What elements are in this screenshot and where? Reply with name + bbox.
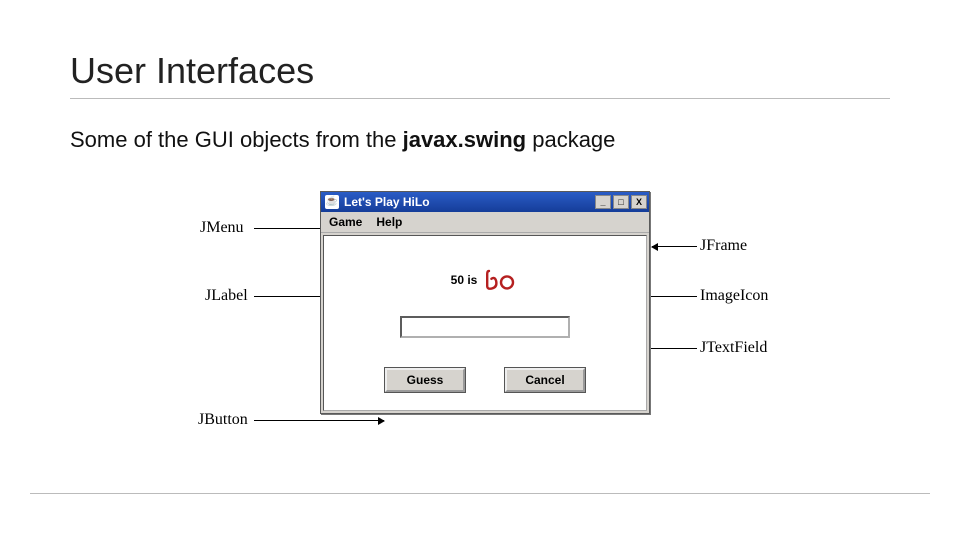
annot-jlabel: JLabel <box>205 287 248 305</box>
arrow-jbutton <box>254 420 384 421</box>
slide-subtitle: Some of the GUI objects from the javax.s… <box>70 127 890 153</box>
subtitle-package: javax.swing <box>403 127 527 152</box>
annot-jtextfield: JTextField <box>700 339 767 357</box>
window-client-area: 50 is Guess Cancel <box>323 235 647 411</box>
button-row: Guess Cancel <box>334 368 636 392</box>
subtitle-prefix: Some of the GUI objects from the <box>70 127 403 152</box>
window-control-buttons: _ □ X <box>595 195 647 209</box>
menu-help[interactable]: Help <box>376 215 402 229</box>
subtitle-suffix: package <box>526 127 615 152</box>
annot-imageicon: ImageIcon <box>700 287 768 305</box>
cancel-button[interactable]: Cancel <box>505 368 585 392</box>
swing-window: ☕ Let's Play HiLo _ □ X Game Help 50 is <box>320 191 650 414</box>
guess-button[interactable]: Guess <box>385 368 465 392</box>
menubar: Game Help <box>321 212 649 233</box>
swing-diagram: JMenu JLabel JButton JFrame ImageIcon JT… <box>120 181 840 491</box>
window-titlebar: ☕ Let's Play HiLo _ □ X <box>321 192 649 212</box>
guess-textfield[interactable] <box>400 316 570 338</box>
footer-rule <box>30 493 930 494</box>
annot-jbutton: JButton <box>198 411 248 429</box>
window-title-text: Let's Play HiLo <box>344 195 430 209</box>
minimize-button[interactable]: _ <box>595 195 611 209</box>
arrow-jmenu <box>254 228 326 229</box>
arrow-jframe <box>652 246 697 247</box>
message-row: 50 is <box>334 266 636 294</box>
annot-jframe: JFrame <box>700 237 747 255</box>
lo-image-icon <box>483 266 519 294</box>
message-label: 50 is <box>451 273 478 287</box>
java-icon: ☕ <box>325 195 339 209</box>
close-button[interactable]: X <box>631 195 647 209</box>
menu-game[interactable]: Game <box>329 215 362 229</box>
maximize-button[interactable]: □ <box>613 195 629 209</box>
annot-jmenu: JMenu <box>200 219 244 237</box>
slide-title: User Interfaces <box>70 50 890 99</box>
